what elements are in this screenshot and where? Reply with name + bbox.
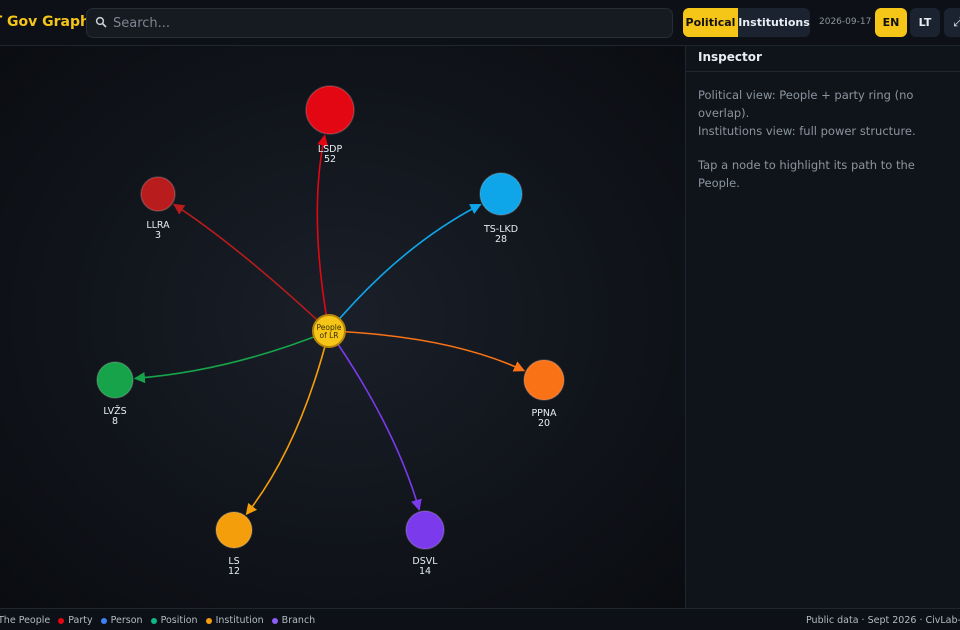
node-people[interactable]: Peopleof LR: [312, 314, 346, 348]
node-ls[interactable]: LS12: [215, 511, 253, 577]
search-box[interactable]: [86, 8, 673, 38]
legend-dot: [205, 617, 212, 624]
inspector-title: Inspector: [686, 46, 960, 72]
footer-credit: Public data · Sept 2026 · CivLab-inspire…: [806, 615, 960, 626]
footer: The People Party Person Position Institution…: [0, 608, 960, 630]
lang-en-button[interactable]: EN: [875, 8, 907, 37]
node-seats: 8: [112, 416, 118, 427]
top-bar: LT Gov Graph Political Institutions 2026…: [0, 0, 960, 46]
legend-item: Position: [150, 615, 198, 626]
node-ts-lkd[interactable]: TS-LKD28: [479, 172, 523, 245]
node-circle[interactable]: [96, 361, 134, 399]
edge-ts-lkd: [328, 203, 482, 332]
legend-item: Institution: [205, 615, 264, 626]
inspector-body: Political view: People + party ring (no …: [686, 72, 960, 192]
legend-dot: [58, 617, 65, 624]
node-dsvl[interactable]: DSVL14: [405, 510, 445, 577]
node-circle[interactable]: [405, 510, 445, 550]
edge-ls: [245, 330, 330, 516]
legend-label: The People: [0, 615, 51, 626]
tab-political[interactable]: Political: [683, 8, 738, 37]
app-title-text: LT Gov Graph: [0, 14, 90, 30]
edge-lvžs: [133, 330, 330, 384]
node-seats: 52: [324, 154, 336, 165]
graph-svg[interactable]: LSDP52 LLRA3 TS-LKD28 LVŽS8 PPNA20 LS12 DSVL14…: [0, 46, 685, 608]
node-circle[interactable]: [305, 85, 355, 135]
node-circle[interactable]: [215, 511, 253, 549]
node-circle[interactable]: [523, 359, 565, 401]
legend-dot: [150, 617, 157, 624]
legend-item: Branch: [271, 615, 316, 626]
view-toggle: Political Institutions: [683, 8, 810, 37]
inspector-line-1: Political view: People + party ring (no …: [698, 88, 914, 120]
expand-button[interactable]: ⤢: [944, 8, 960, 37]
edge-llra: [172, 203, 330, 332]
node-lsdp[interactable]: LSDP52: [305, 85, 355, 165]
search-icon: [95, 16, 107, 28]
node-circle[interactable]: [140, 176, 176, 212]
legend-label: Person: [110, 615, 143, 626]
tab-institutions[interactable]: Institutions: [738, 8, 810, 37]
legend-label: Party: [68, 615, 93, 626]
node-seats: 28: [495, 234, 507, 245]
node-llra[interactable]: LLRA3: [140, 176, 176, 241]
legend-label: Branch: [281, 615, 316, 626]
legend-item: Party: [58, 615, 93, 626]
inspector-line-2: Institutions view: full power structure.: [698, 124, 916, 138]
legend-dot: [100, 617, 107, 624]
node-seats: 20: [538, 418, 550, 429]
node-circle[interactable]: [479, 172, 523, 216]
lang-lt-button[interactable]: LT: [910, 8, 940, 37]
legend-label: Institution: [215, 615, 264, 626]
node-lvžs[interactable]: LVŽS8: [96, 361, 134, 427]
legend: The People Party Person Position Institution…: [0, 615, 323, 626]
inspector-panel: Inspector Political view: People + party…: [685, 46, 960, 608]
graph-canvas[interactable]: LSDP 52 LLRA 3 TS-LKD 28 LVŽS 8 PPNA 20 LS 12 DSVL 14…: [0, 46, 685, 608]
node-people-label-2: of LR: [319, 331, 338, 340]
expand-icon: ⤢: [953, 15, 960, 30]
edge-ppna: [328, 330, 526, 372]
node-seats: 14: [419, 566, 431, 577]
date-label: 2026-09-17: [819, 17, 872, 27]
inspector-line-3: Tap a node to highlight its path to the …: [698, 158, 915, 190]
legend-item: Person: [100, 615, 143, 626]
search-input[interactable]: [113, 9, 663, 37]
legend-label: Position: [160, 615, 198, 626]
node-ppna[interactable]: PPNA20: [523, 359, 565, 429]
node-seats: 12: [228, 566, 240, 577]
legend-dot: [271, 617, 278, 624]
legend-item: The People: [0, 615, 50, 626]
node-seats: 3: [155, 230, 161, 241]
edge-dsvl: [328, 330, 422, 511]
app-title: LT Gov Graph: [0, 14, 90, 30]
